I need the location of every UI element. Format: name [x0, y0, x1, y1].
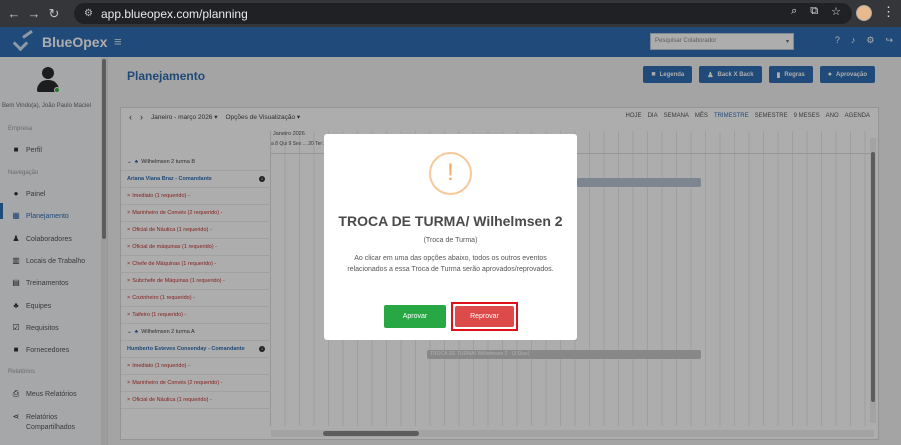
url-text: app.blueopex.com/planning — [100, 6, 248, 21]
kebab-menu-icon[interactable]: ⋮ — [882, 4, 895, 20]
approve-button[interactable]: Aprovar — [384, 305, 446, 328]
cast-icon[interactable]: ⧉ — [810, 5, 818, 18]
reject-button[interactable]: Reprovar — [455, 306, 514, 327]
warning-icon: ! — [429, 152, 472, 195]
reload-icon[interactable]: ↻ — [44, 6, 64, 22]
star-icon[interactable]: ☆ — [831, 5, 841, 18]
approve-button-label: Aprovar — [402, 313, 428, 320]
site-settings-icon[interactable]: ⚙ — [84, 8, 93, 19]
dialog-subtitle: (Troca de Turma) — [423, 237, 478, 244]
profile-avatar[interactable] — [856, 5, 872, 21]
zoom-icon[interactable]: ⌕ — [791, 5, 797, 18]
dialog-message: Ao clicar em uma das opções abaixo, todo… — [347, 255, 554, 273]
reject-button-label: Reprovar — [470, 313, 499, 320]
dialog-title: TROCA DE TURMA/ Wilhelmsen 2 — [338, 213, 563, 229]
address-bar[interactable]: ⚙ app.blueopex.com/planning — [74, 3, 852, 24]
confirm-dialog: ! TROCA DE TURMA/ Wilhelmsen 2 (Troca de… — [324, 134, 577, 340]
back-icon[interactable]: ← — [4, 6, 24, 21]
reject-button-highlight: Reprovar — [451, 302, 518, 331]
forward-icon[interactable]: → — [24, 6, 44, 21]
